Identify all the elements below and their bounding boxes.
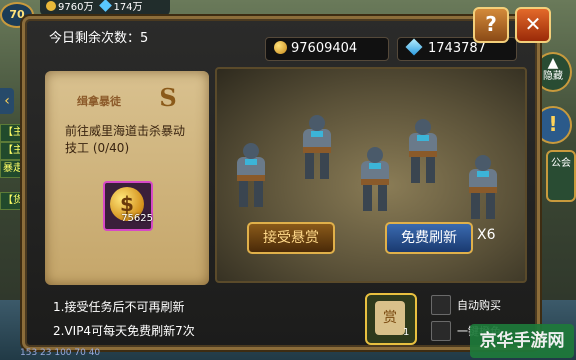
reward-slot[interactable]: $ 75625	[103, 181, 153, 231]
gold-icon	[46, 1, 56, 11]
bounty-scroll-icon: 赏	[375, 301, 405, 335]
gem-amount: 174万	[113, 2, 143, 13]
help-button[interactable]: ?	[473, 7, 509, 43]
remaining-count-text: 今日剩余次数：5	[49, 27, 148, 46]
gem-total: 1743787	[428, 41, 486, 56]
gold-amount: 9760万	[58, 2, 94, 13]
one-key-orange-checkbox[interactable]	[431, 321, 451, 341]
enemy-figure	[355, 147, 395, 213]
remaining-label: 今日剩余次数：	[49, 31, 141, 46]
hide-ui-label: 隐藏	[543, 71, 563, 82]
quest-description: 前往威里海道击杀暴动技工 (0/40)	[65, 124, 186, 155]
item-count: 1	[403, 327, 410, 338]
refresh-count: X6	[477, 227, 496, 243]
bounty-panel: 今日剩余次数：5 97609404 1743787 ? ✕ 缉拿暴徒 S 前往威…	[22, 7, 551, 350]
note-item: 1.接受任务后不可再刷新	[53, 300, 185, 314]
quest-scroll: 缉拿暴徒 S 前往威里海道击杀暴动技工 (0/40) $ 75625	[45, 71, 209, 285]
quest-title: 缉拿暴徒	[77, 95, 121, 108]
bounty-scroll-item[interactable]: 赏 1	[365, 293, 417, 345]
gem-icon	[99, 0, 113, 12]
enemy-figure	[403, 119, 443, 185]
enemy-figure	[463, 155, 503, 221]
guild-label: 公会	[551, 158, 571, 169]
quest-rank: S	[159, 83, 177, 112]
remaining-value: 5	[140, 31, 149, 46]
gold-coin-icon	[274, 41, 287, 54]
enemy-figure	[297, 115, 337, 181]
close-button[interactable]: ✕	[515, 7, 551, 43]
site-watermark: 京华手游网	[470, 324, 574, 358]
currency-bar: 9760万 174万	[40, 0, 170, 16]
left-collapse-arrow[interactable]: ‹	[0, 88, 14, 114]
bottom-status-strip: 153 23 100 70 40	[20, 348, 101, 358]
diamond-icon	[405, 38, 423, 56]
auto-buy-checkbox[interactable]	[431, 295, 451, 315]
free-refresh-button[interactable]: 免费刷新	[385, 222, 473, 254]
accept-bounty-button[interactable]: 接受悬赏	[247, 222, 335, 254]
note-item: 2.VIP4可每天免费刷新7次	[53, 324, 195, 338]
rules-notes: 1.接受任务后不可再刷新 2.VIP4可每天免费刷新7次	[53, 295, 195, 343]
gold-total: 97609404	[291, 41, 358, 56]
reward-amount: 75625	[121, 213, 153, 224]
guild-tab[interactable]: 公会	[546, 150, 576, 202]
gold-total-pill: 97609404	[265, 37, 389, 61]
enemy-figure	[231, 143, 271, 209]
auto-buy-label: 自动购买	[457, 299, 501, 312]
